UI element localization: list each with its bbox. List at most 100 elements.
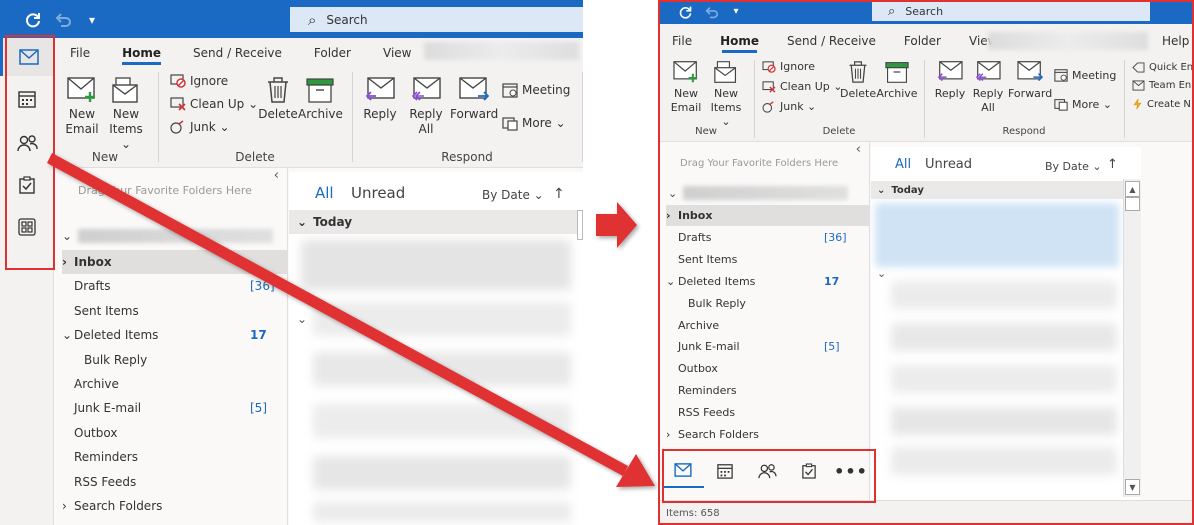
- chevron-right-icon[interactable]: ›: [666, 428, 678, 441]
- tab-file[interactable]: File: [54, 46, 106, 60]
- tab-help[interactable]: Help: [1162, 34, 1189, 48]
- blurred-message[interactable]: [313, 302, 571, 336]
- blurred-message[interactable]: [891, 447, 1117, 475]
- folder-item[interactable]: Reminders: [74, 445, 287, 469]
- folder-item[interactable]: ⌄ Deleted Items 17: [62, 323, 287, 347]
- undo-icon[interactable]: [52, 9, 74, 31]
- folder-item[interactable]: Bulk Reply: [688, 293, 869, 314]
- tab-view[interactable]: View: [367, 46, 427, 60]
- sync-icon[interactable]: [22, 9, 44, 31]
- calendar-icon[interactable]: [704, 454, 746, 488]
- folder-item[interactable]: Drafts [36]: [678, 227, 869, 248]
- folder-item[interactable]: Sent Items: [678, 249, 869, 270]
- reply-button[interactable]: Reply: [360, 76, 400, 122]
- blurred-message[interactable]: [891, 281, 1117, 309]
- new-email-button[interactable]: New Email: [62, 76, 102, 137]
- account-header[interactable]: ⌄: [668, 186, 849, 200]
- quick-access-dropdown-icon[interactable]: ▾: [82, 10, 102, 30]
- meeting-button[interactable]: Meeting: [502, 82, 570, 98]
- quick-step-2[interactable]: Team En: [1132, 80, 1191, 91]
- chevron-right-icon[interactable]: ›: [62, 499, 74, 513]
- group-header-today[interactable]: ⌄ Today: [871, 181, 1123, 199]
- apps-icon[interactable]: [0, 208, 54, 246]
- tab-unread[interactable]: Unread: [925, 157, 972, 172]
- folder-item[interactable]: RSS Feeds: [678, 402, 869, 423]
- more-respond-button[interactable]: More ⌄: [502, 115, 566, 131]
- more-respond-button[interactable]: More ⌄: [1054, 97, 1112, 111]
- scroll-thumb[interactable]: [1125, 197, 1140, 211]
- tab-send-receive[interactable]: Send / Receive: [773, 34, 890, 48]
- tab-all[interactable]: All: [895, 157, 911, 172]
- calendar-icon[interactable]: [0, 80, 54, 118]
- meeting-button[interactable]: Meeting: [1054, 68, 1116, 82]
- folder-item[interactable]: Archive: [678, 315, 869, 336]
- sort-direction-icon[interactable]: ↑: [1107, 157, 1118, 172]
- chevron-right-icon[interactable]: ›: [666, 209, 678, 222]
- scroll-up-button[interactable]: ▲: [1125, 181, 1140, 197]
- blurred-message[interactable]: [313, 404, 571, 438]
- collapse-pane-icon[interactable]: ‹: [274, 168, 279, 183]
- folder-item[interactable]: Outbox: [74, 421, 287, 445]
- blurred-message[interactable]: [313, 352, 571, 386]
- tab-send-receive[interactable]: Send / Receive: [177, 46, 298, 60]
- tab-folder[interactable]: Folder: [890, 34, 955, 48]
- blurred-message[interactable]: [301, 240, 571, 290]
- junk-button[interactable]: Junk ⌄: [762, 100, 816, 113]
- folder-item[interactable]: › Search Folders: [666, 424, 869, 445]
- sort-dropdown[interactable]: By Date ⌄: [482, 188, 544, 202]
- archive-button[interactable]: Archive: [298, 76, 343, 122]
- people-icon[interactable]: [0, 124, 54, 162]
- group-header-today[interactable]: ⌄ Today: [289, 210, 583, 234]
- new-email-button[interactable]: New Email: [668, 60, 704, 115]
- folder-item[interactable]: › Search Folders: [62, 494, 287, 518]
- folder-item[interactable]: RSS Feeds: [74, 470, 287, 494]
- collapse-pane-icon[interactable]: ‹: [856, 142, 861, 157]
- blurred-message[interactable]: [313, 456, 571, 490]
- tab-home[interactable]: Home: [106, 46, 177, 65]
- clean-up-button[interactable]: Clean Up ⌄: [170, 97, 258, 111]
- tab-unread[interactable]: Unread: [351, 184, 405, 202]
- blurred-message[interactable]: [313, 502, 571, 522]
- sort-dropdown[interactable]: By Date ⌄: [1045, 160, 1102, 173]
- junk-button[interactable]: Junk ⌄: [170, 120, 230, 134]
- folder-item[interactable]: Reminders: [678, 380, 869, 401]
- tab-file[interactable]: File: [658, 34, 706, 48]
- forward-button[interactable]: Forward: [450, 76, 498, 122]
- tasks-icon[interactable]: [788, 454, 830, 488]
- ignore-button[interactable]: Ignore: [170, 74, 228, 88]
- reply-all-button[interactable]: Reply All: [404, 76, 448, 137]
- quick-access-dropdown-icon[interactable]: ▾: [728, 3, 744, 19]
- chevron-right-icon[interactable]: ›: [62, 255, 74, 269]
- blurred-message[interactable]: [891, 323, 1117, 351]
- folder-item[interactable]: › Inbox: [666, 205, 869, 226]
- sync-icon[interactable]: [676, 3, 694, 21]
- tab-folder[interactable]: Folder: [298, 46, 367, 60]
- search-box[interactable]: ⌕ Search: [872, 1, 1150, 21]
- tab-home[interactable]: Home: [706, 34, 773, 53]
- delete-button[interactable]: Delete: [258, 76, 298, 122]
- scroll-down-button[interactable]: ▼: [1125, 479, 1140, 495]
- folder-item[interactable]: Outbox: [678, 358, 869, 379]
- blurred-message-selected[interactable]: [875, 203, 1119, 267]
- search-box[interactable]: ⌕ Search: [290, 7, 583, 32]
- scrollbar[interactable]: ▲ ▼: [1123, 179, 1141, 497]
- more-icon[interactable]: •••: [830, 454, 869, 488]
- scrollbar-fragment[interactable]: [577, 210, 583, 240]
- people-icon[interactable]: [746, 454, 788, 488]
- sort-direction-icon[interactable]: ↑: [553, 186, 565, 202]
- folder-item[interactable]: Drafts [36]: [74, 274, 287, 298]
- delete-button[interactable]: Delete: [840, 60, 876, 101]
- ignore-button[interactable]: Ignore: [762, 60, 815, 73]
- chevron-down-icon[interactable]: ⌄: [62, 328, 74, 342]
- folder-item[interactable]: Sent Items: [74, 299, 287, 323]
- folder-item[interactable]: ⌄ Deleted Items 17: [666, 271, 869, 292]
- folder-item[interactable]: › Inbox: [62, 250, 287, 274]
- archive-button[interactable]: Archive: [876, 60, 918, 101]
- tab-all[interactable]: All: [315, 184, 334, 202]
- blurred-message[interactable]: [891, 407, 1117, 435]
- folder-item[interactable]: Junk E-mail [5]: [74, 396, 287, 420]
- chevron-down-icon[interactable]: ⌄: [666, 275, 678, 288]
- blurred-message[interactable]: [891, 365, 1117, 393]
- clean-up-button[interactable]: Clean Up ⌄: [762, 80, 842, 93]
- mail-icon[interactable]: [0, 38, 54, 76]
